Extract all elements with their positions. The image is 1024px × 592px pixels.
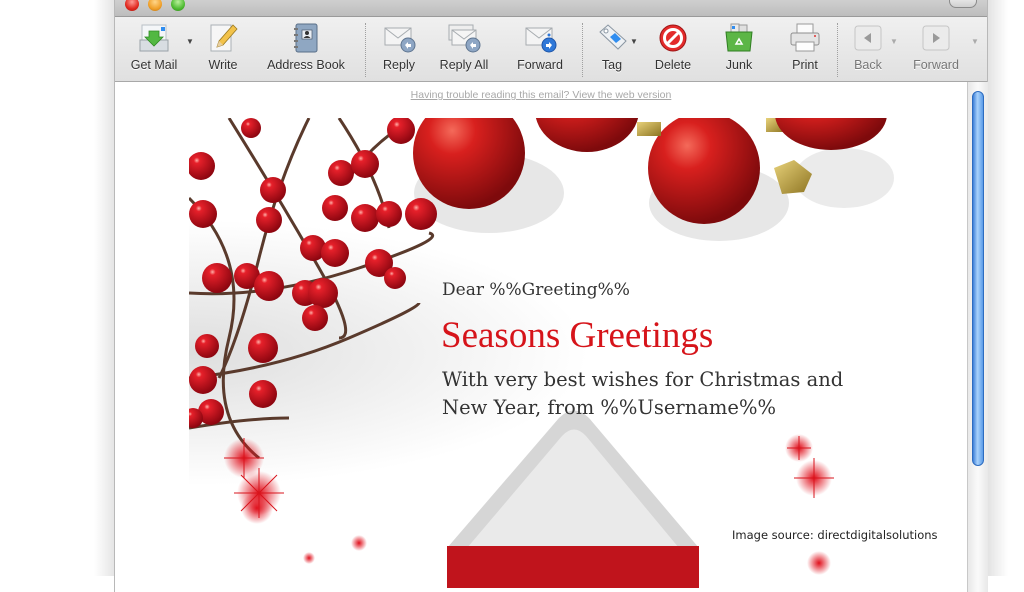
greeting-line: Dear %%Greeting%% bbox=[442, 280, 630, 300]
back-label: Back bbox=[854, 58, 882, 72]
junk-button[interactable]: Junk bbox=[721, 21, 757, 77]
nav-forward-button[interactable]: Forward bbox=[909, 21, 963, 77]
forward-label: Forward bbox=[517, 58, 563, 72]
back-arrow-icon bbox=[851, 21, 885, 55]
reply-all-envelope-icon bbox=[447, 21, 481, 55]
wishes-message: With very best wishes for Christmas and … bbox=[442, 368, 844, 419]
forward-envelope-icon bbox=[523, 21, 557, 55]
back-button[interactable]: Back bbox=[849, 21, 887, 77]
vertical-scrollbar[interactable] bbox=[967, 82, 988, 592]
print-button[interactable]: Print bbox=[785, 21, 825, 77]
reply-all-label: Reply All bbox=[439, 58, 489, 72]
tag-menu-caret-icon[interactable]: ▼ bbox=[630, 37, 638, 46]
get-mail-button[interactable]: Get Mail bbox=[125, 21, 183, 77]
print-label: Print bbox=[792, 58, 818, 72]
write-button[interactable]: Write bbox=[201, 21, 245, 77]
greeting-card-image: Dear %%Greeting%% Seasons Greetings With… bbox=[189, 118, 895, 588]
delete-label: Delete bbox=[654, 58, 692, 72]
message-body: Having trouble reading this email? View … bbox=[115, 82, 967, 592]
address-book-icon bbox=[289, 21, 323, 55]
title-bar bbox=[115, 0, 987, 17]
back-menu-caret-icon[interactable]: ▼ bbox=[890, 37, 898, 46]
address-book-label: Address Book bbox=[267, 58, 345, 72]
reply-label: Reply bbox=[383, 58, 415, 72]
junk-bin-icon bbox=[722, 21, 756, 55]
envelope-graphic bbox=[447, 410, 699, 588]
toolbar-separator bbox=[582, 23, 583, 77]
window-shadow-right bbox=[986, 0, 1008, 576]
mail-window: Get Mail ▼ Write Address Book Reply Repl… bbox=[114, 0, 988, 592]
toolbar-separator bbox=[837, 23, 838, 77]
get-mail-menu-caret-icon[interactable]: ▼ bbox=[186, 37, 194, 46]
holly-berries bbox=[189, 118, 437, 428]
write-label: Write bbox=[208, 58, 238, 72]
zoom-window-button[interactable] bbox=[171, 0, 185, 11]
seasons-greetings-headline: Seasons Greetings bbox=[441, 315, 714, 356]
reply-all-button[interactable]: Reply All bbox=[433, 21, 495, 77]
nav-forward-menu-caret-icon[interactable]: ▼ bbox=[971, 37, 979, 46]
delete-button[interactable]: Delete bbox=[651, 21, 695, 77]
image-source-caption: Image source: directdigitalsolutions bbox=[732, 528, 938, 542]
toolbar-separator bbox=[365, 23, 366, 77]
window-shadow-left bbox=[94, 0, 114, 576]
junk-label: Junk bbox=[725, 58, 753, 72]
reply-envelope-icon bbox=[382, 21, 416, 55]
tag-icon bbox=[595, 21, 629, 55]
get-mail-label: Get Mail bbox=[130, 58, 178, 72]
mail-toolbar: Get Mail ▼ Write Address Book Reply Repl… bbox=[115, 17, 987, 82]
tag-button[interactable]: Tag bbox=[593, 21, 631, 77]
scrollbar-thumb[interactable] bbox=[972, 91, 984, 466]
view-web-version-link[interactable]: Having trouble reading this email? View … bbox=[115, 89, 967, 101]
close-window-button[interactable] bbox=[125, 0, 139, 11]
forward-button[interactable]: Forward bbox=[511, 21, 569, 77]
compose-pencil-icon bbox=[206, 21, 240, 55]
nav-forward-label: Forward bbox=[913, 58, 959, 72]
toolbar-toggle-button[interactable] bbox=[949, 0, 977, 8]
printer-icon bbox=[788, 21, 822, 55]
tag-label: Tag bbox=[601, 58, 623, 72]
reply-button[interactable]: Reply bbox=[377, 21, 421, 77]
address-book-button[interactable]: Address Book bbox=[258, 21, 354, 77]
forward-arrow-icon bbox=[919, 21, 953, 55]
minimize-window-button[interactable] bbox=[148, 0, 162, 11]
inbox-download-icon bbox=[137, 21, 171, 55]
delete-no-entry-icon bbox=[656, 21, 690, 55]
